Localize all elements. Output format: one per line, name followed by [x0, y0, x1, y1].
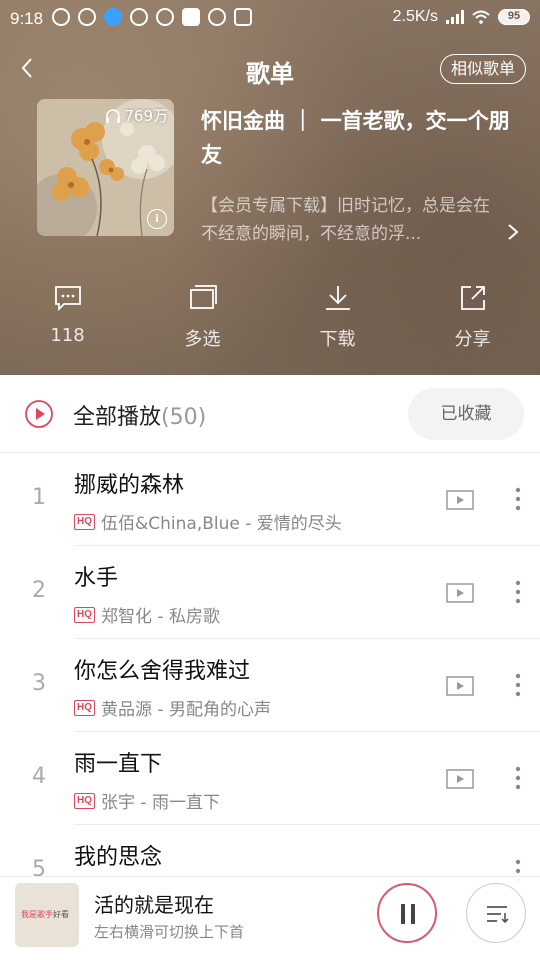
- play-all-label: 全部播放: [73, 405, 162, 430]
- song-count: (50): [161, 405, 207, 430]
- chat-icon: [130, 8, 148, 26]
- share-label: 分享: [454, 329, 491, 350]
- more-icon[interactable]: [514, 765, 522, 791]
- headphones-icon: [106, 108, 121, 123]
- song-row[interactable]: 4 雨一直下 HQ 张宇 - 雨一直下: [0, 732, 540, 825]
- song-row[interactable]: 1 挪威的森林 HQ 伍佰&China,Blue - 爱情的尽头: [0, 453, 540, 546]
- cover-text: 我是歌手: [21, 910, 53, 919]
- song-title: 你怎么舍得我难过: [74, 659, 251, 684]
- mv-play-icon[interactable]: [446, 582, 474, 604]
- playlist-queue-button[interactable]: [466, 883, 526, 943]
- now-playing-cover[interactable]: 我是歌手 好看: [15, 883, 79, 947]
- song-meta: HQ 黄品源 - 男配角的心声: [74, 695, 271, 720]
- chevron-right-icon[interactable]: [506, 222, 520, 242]
- song-number: 4: [32, 764, 46, 789]
- collected-button[interactable]: 已收藏: [408, 388, 524, 440]
- browser-icon: [104, 8, 122, 26]
- signal-icon: [446, 10, 464, 24]
- tiktok-icon: [52, 8, 70, 26]
- mv-play-icon[interactable]: [446, 768, 474, 790]
- multi-select-label: 多选: [184, 329, 221, 350]
- song-title: 我的思念: [74, 845, 163, 870]
- info-icon[interactable]: i: [147, 209, 167, 229]
- song-number: 1: [32, 485, 46, 510]
- play-count: 769万: [105, 105, 168, 126]
- mv-play-icon[interactable]: [446, 675, 474, 697]
- status-bar: 9:18 2.5K/s 95: [0, 0, 540, 36]
- comment-icon: [54, 286, 81, 312]
- similar-playlists-button[interactable]: 相似歌单: [439, 54, 526, 84]
- song-meta: HQ 张宇 - 雨一直下: [74, 788, 220, 813]
- download-label: 下载: [319, 329, 356, 350]
- hq-badge: HQ: [74, 792, 95, 809]
- song-meta: HQ 伍佰&China,Blue - 爱情的尽头: [74, 509, 342, 534]
- artist-album: 伍佰&China,Blue - 爱情的尽头: [101, 514, 342, 534]
- network-speed: 2.5K/s: [392, 8, 438, 25]
- artist-album: 黄品源 - 男配角的心声: [101, 700, 271, 720]
- playlist-name: 怀旧金曲 ｜ 一首老歌，交一个朋友: [201, 109, 510, 167]
- play-count-value: 769万: [124, 107, 168, 125]
- action-bar: 118 多选 下载 分享: [0, 283, 540, 358]
- share-button[interactable]: 分享: [405, 283, 540, 358]
- play-all-bar: 全部播放(50) 已收藏: [0, 375, 540, 453]
- hq-badge: HQ: [74, 606, 95, 623]
- mini-player[interactable]: 我是歌手 好看 活的就是现在 左右横滑可切换上下首: [0, 876, 540, 960]
- song-title: 水手: [74, 566, 119, 591]
- notification-icons: [52, 8, 252, 26]
- song-title: 挪威的森林: [74, 473, 185, 498]
- status-right: 2.5K/s 95: [393, 8, 530, 26]
- song-list: 1 挪威的森林 HQ 伍佰&China,Blue - 爱情的尽头 2 水手 HQ 郑…: [0, 453, 540, 918]
- share-icon: [460, 286, 485, 310]
- more-icon[interactable]: [514, 672, 522, 698]
- wifi-icon: [472, 10, 490, 24]
- battery-indicator: 95: [498, 9, 530, 25]
- now-playing-hint: 左右横滑可切换上下首: [94, 923, 245, 941]
- cover-text: 好看: [53, 910, 69, 919]
- app-notification-icon: [78, 8, 96, 26]
- status-time: 9:18: [10, 9, 44, 28]
- mv-play-icon[interactable]: [446, 489, 474, 511]
- queue-icon: [487, 906, 509, 924]
- play-all-button[interactable]: 全部播放(50): [73, 399, 206, 431]
- multi-select-button[interactable]: 多选: [135, 283, 270, 358]
- artist-album: 张宇 - 雨一直下: [101, 793, 220, 813]
- play-circle-icon[interactable]: [24, 399, 54, 429]
- playlist-description[interactable]: 【会员专属下载】旧时记忆，总是会在不经意的瞬间，不经意的浮...: [201, 192, 501, 248]
- multi-select-icon: [189, 285, 217, 309]
- s-app-icon: [156, 8, 174, 26]
- download-button[interactable]: 下载: [270, 283, 405, 358]
- cloud-app-icon: [182, 8, 200, 26]
- pause-icon: [401, 904, 405, 924]
- comments-button[interactable]: 118: [0, 283, 135, 358]
- song-row[interactable]: 3 你怎么舍得我难过 HQ 黄品源 - 男配角的心声: [0, 639, 540, 732]
- comments-count: 118: [50, 325, 85, 346]
- download-icon: [325, 286, 350, 310]
- pause-icon: [411, 904, 415, 924]
- song-row[interactable]: 2 水手 HQ 郑智化 - 私房歌: [0, 546, 540, 639]
- artist-album: 郑智化 - 私房歌: [101, 607, 220, 627]
- song-number: 2: [32, 578, 46, 603]
- hq-badge: HQ: [74, 699, 95, 716]
- playlist-header: 9:18 2.5K/s 95 歌单 相似歌单 769万 i 怀旧金曲 ｜ 一首老…: [0, 0, 540, 375]
- more-icon[interactable]: [514, 486, 522, 512]
- playlist-cover[interactable]: 769万 i: [37, 99, 174, 236]
- song-number: 3: [32, 671, 46, 696]
- pause-button[interactable]: [377, 883, 437, 943]
- hq-badge: HQ: [74, 513, 95, 530]
- more-icon[interactable]: [514, 579, 522, 605]
- song-title: 雨一直下: [74, 752, 163, 777]
- now-playing-title: 活的就是现在: [94, 893, 214, 917]
- shield-icon: [208, 8, 226, 26]
- gallery-icon: [234, 8, 252, 26]
- song-meta: HQ 郑智化 - 私房歌: [74, 602, 220, 627]
